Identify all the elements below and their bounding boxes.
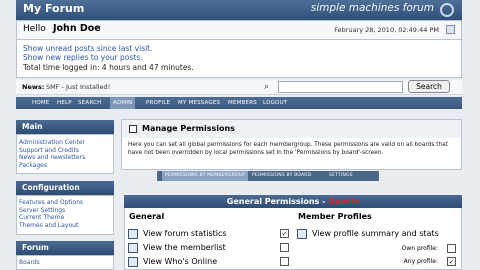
tab-permissions-by-board[interactable]: PERMISSIONS BY BOARD	[252, 171, 311, 181]
permission-help-icon[interactable]	[128, 229, 138, 239]
permissions-description: Here you can set all global permissions …	[128, 142, 448, 156]
permission-label: View forum statistics	[143, 229, 227, 238]
nav-members[interactable]: MEMBERS	[228, 97, 257, 109]
sidebar-item-support-credits[interactable]: Support and Credits	[17, 147, 113, 155]
sidebar-item-themes-layout[interactable]: Themes and Layout	[17, 222, 113, 230]
nav-logout[interactable]: LOGOUT	[263, 97, 287, 109]
nav-search[interactable]: SEARCH	[78, 97, 101, 109]
permission-row-profile-summary: View profile summary and stats	[297, 229, 459, 241]
sidebar-configuration-heading: Configuration	[16, 181, 114, 195]
search-button[interactable]: Search	[408, 80, 450, 93]
user-info-box: Show unread posts since last visit. Show…	[16, 40, 462, 78]
permission-label: View profile summary and stats	[312, 229, 439, 238]
permissions-title-bar: Manage Permissions	[121, 119, 462, 139]
own-profile-label: Own profile:	[401, 245, 438, 252]
permissions-table: General Member Profiles View forum stati…	[124, 208, 462, 270]
page-title: Manage Permissions	[142, 124, 235, 133]
time-logged-text: Total time logged in: 4 hours and 47 min…	[23, 63, 194, 72]
membergroup-name: Guests	[328, 197, 360, 206]
sidebar-forum-heading: Forum	[16, 241, 114, 255]
main-navigation: HOME HELP SEARCH ADMIN PROFILE MY MESSAG…	[16, 97, 462, 109]
permission-row-forum-statistics: View forum statistics	[128, 229, 298, 241]
sidebar-main-section: Administration Center Support and Credit…	[16, 134, 114, 174]
news-text: SMF - Just Installed!	[46, 83, 111, 91]
tab-permissions-by-membergroup[interactable]: PERMISSIONS BY MEMBERGROUP	[162, 171, 249, 181]
nav-my-messages[interactable]: MY MESSAGES	[178, 97, 220, 109]
search-icon: ⌕	[264, 82, 270, 92]
sidebar-main-heading: Main	[16, 120, 114, 134]
news-label: News:	[22, 83, 45, 91]
unread-posts-link[interactable]: Show unread posts since last visit.	[23, 44, 153, 53]
permissions-tabs: PERMISSIONS BY MEMBERGROUP PERMISSIONS B…	[157, 171, 379, 181]
news-bar: News: SMF - Just Installed! ⌕ Search	[16, 80, 462, 95]
permission-help-icon[interactable]	[128, 243, 138, 253]
nav-profile[interactable]: PROFILE	[146, 97, 170, 109]
smf-brand: simple machines forum	[310, 2, 434, 14]
forum-title: My Forum	[23, 2, 85, 15]
whos-online-checkbox[interactable]	[280, 257, 289, 266]
sidebar-item-packages[interactable]: Packages	[17, 162, 113, 170]
permissions-description-box: Here you can set all global permissions …	[121, 138, 462, 170]
forum-statistics-checkbox[interactable]: ✓	[280, 229, 289, 238]
nav-admin[interactable]: ADMIN	[110, 97, 136, 109]
date-time: February 28, 2010, 02:49:44 PM	[334, 26, 439, 34]
manage-permissions-panel: Manage Permissions Here you can set all …	[121, 119, 462, 270]
any-profile-label: Any profile:	[403, 258, 438, 265]
tab-settings[interactable]: SETTINGS	[329, 171, 353, 181]
permission-label: View the memberlist	[143, 243, 226, 252]
user-name: John Doe	[53, 23, 101, 34]
new-replies-link[interactable]: Show new replies to your posts.	[23, 53, 143, 62]
general-permissions-label: General Permissions -	[226, 197, 329, 206]
general-permissions-header: General Permissions - Guests	[124, 195, 462, 208]
sidebar-item-features-options[interactable]: Features and Options	[17, 199, 113, 207]
admin-sidebar: Main Administration Center Support and C…	[16, 120, 114, 270]
permission-label: View Who's Online	[143, 257, 218, 266]
permissions-icon	[129, 125, 137, 133]
own-profile-checkbox[interactable]	[447, 244, 456, 253]
smf-logo-icon	[440, 3, 454, 17]
search-input[interactable]	[278, 81, 403, 93]
general-column-heading: General	[129, 212, 165, 221]
hello-label: Hello	[23, 24, 46, 34]
member-profiles-column-heading: Member Profiles	[298, 212, 372, 221]
permission-help-icon[interactable]	[128, 257, 138, 267]
permission-row-whos-online: View Who's Online	[128, 257, 298, 269]
permission-help-icon[interactable]	[297, 229, 307, 239]
nav-home[interactable]: HOME	[32, 97, 50, 109]
memberlist-checkbox[interactable]	[280, 243, 289, 252]
nav-help[interactable]: HELP	[57, 97, 72, 109]
permission-row-memberlist: View the memberlist	[128, 243, 298, 255]
collapse-icon[interactable]	[446, 25, 455, 34]
sidebar-item-news-newsletters[interactable]: News and newsletters	[17, 154, 113, 162]
sidebar-item-boards[interactable]: Boards	[17, 259, 113, 267]
forum-header: My Forum simple machines forum	[16, 0, 462, 20]
sidebar-item-current-theme[interactable]: Current Theme	[17, 214, 113, 222]
any-profile-checkbox[interactable]: ✓	[447, 257, 456, 266]
user-greeting-bar: Hello John Doe February 28, 2010, 02:49:…	[16, 20, 462, 40]
sidebar-forum-section: Boards	[16, 255, 114, 270]
sidebar-item-administration-center[interactable]: Administration Center	[17, 139, 113, 147]
sidebar-item-server-settings[interactable]: Server Settings	[17, 207, 113, 215]
sidebar-configuration-section: Features and Options Server Settings Cur…	[16, 195, 114, 235]
